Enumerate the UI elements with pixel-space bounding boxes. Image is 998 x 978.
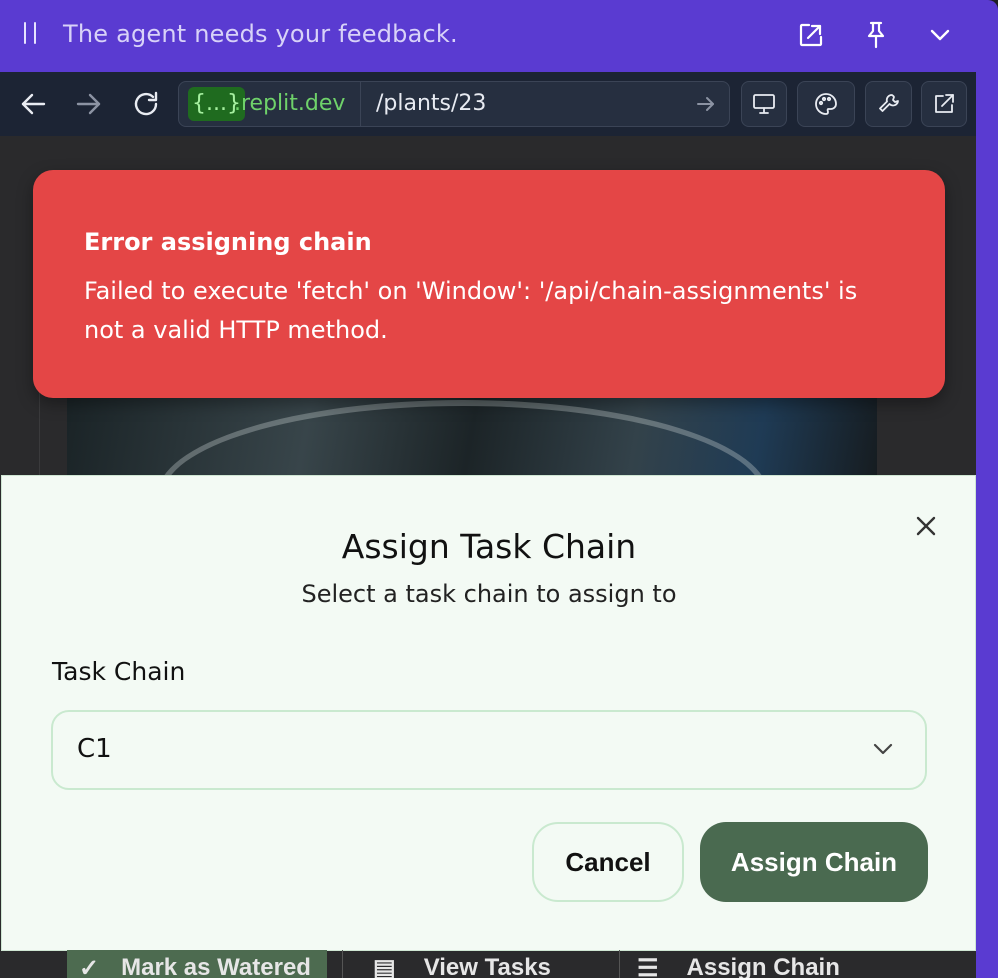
banner-message: The agent needs your feedback.: [63, 20, 458, 48]
task-chain-selected-value: C1: [77, 734, 112, 764]
cancel-button[interactable]: Cancel: [532, 822, 684, 902]
monitor-icon[interactable]: [741, 81, 787, 127]
reload-icon[interactable]: [131, 89, 161, 119]
mark-watered-label: Mark as Watered: [121, 954, 311, 978]
divider: [619, 950, 620, 978]
check-icon: ✓: [79, 955, 100, 978]
assign-chain-action-button[interactable]: ☰ Assign Chain: [637, 950, 840, 978]
forward-arrow-icon[interactable]: [74, 89, 104, 119]
go-arrow-icon[interactable]: [694, 92, 718, 116]
open-new-tab-icon[interactable]: [921, 81, 967, 127]
drag-handle-icon[interactable]: [24, 22, 38, 46]
chevron-down-icon: [870, 736, 900, 766]
assign-chain-button[interactable]: Assign Chain: [700, 822, 928, 902]
dialog-subtitle: Select a task chain to assign to: [301, 580, 677, 608]
assign-chain-action-label: Assign Chain: [686, 954, 840, 978]
pin-icon[interactable]: [861, 20, 891, 50]
url-divider: [360, 82, 361, 126]
agent-feedback-banner: The agent needs your feedback.: [0, 0, 998, 72]
list-icon: ☰: [637, 955, 659, 978]
view-tasks-label: View Tasks: [423, 954, 551, 978]
app-window: The agent needs your feedback. {...} .re…: [0, 0, 998, 978]
palette-icon[interactable]: [797, 81, 855, 127]
view-tasks-button[interactable]: ▤ View Tasks: [373, 950, 551, 978]
back-arrow-icon[interactable]: [18, 89, 48, 119]
plant-actions-row: ✓ Mark as Watered ▤ View Tasks ☰ Assign …: [67, 950, 877, 978]
wrench-icon[interactable]: [865, 81, 912, 127]
toast-title: Error assigning chain: [84, 228, 372, 256]
open-external-icon[interactable]: [796, 20, 826, 50]
task-chain-label: Task Chain: [52, 657, 186, 686]
clipboard-icon: ▤: [373, 955, 396, 978]
toast-message: Failed to execute 'fetch' on 'Window': '…: [84, 277, 858, 344]
url-path-input[interactable]: /plants/23: [376, 91, 486, 116]
dialog-title: Assign Task Chain: [341, 527, 637, 566]
panel-edge: [976, 60, 998, 978]
chevron-down-icon[interactable]: [925, 20, 955, 50]
url-domain: .replit.dev: [234, 91, 346, 116]
mark-watered-button[interactable]: ✓ Mark as Watered: [67, 950, 327, 978]
divider: [342, 950, 343, 978]
task-chain-select[interactable]: [51, 710, 927, 790]
